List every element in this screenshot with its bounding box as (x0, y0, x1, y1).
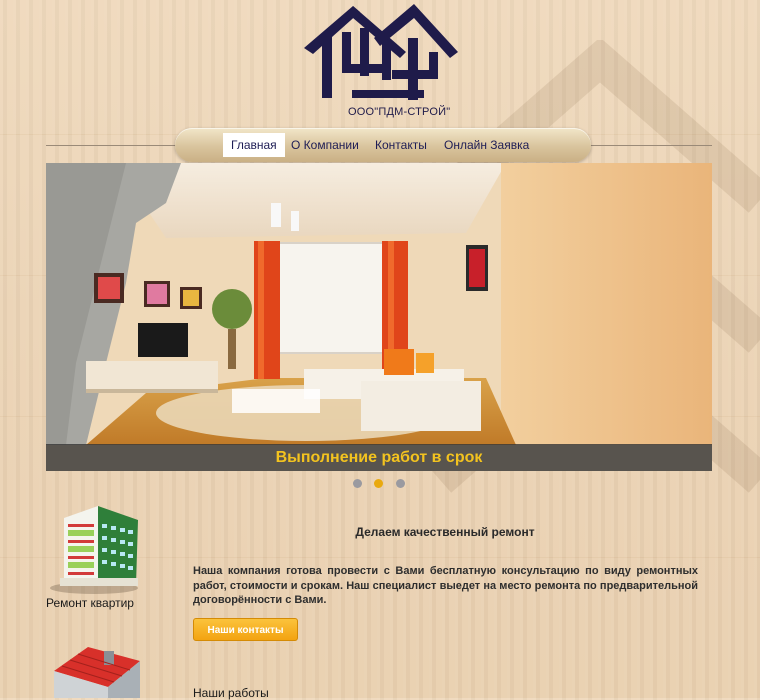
slide-caption: Выполнение работ в срок (275, 449, 483, 466)
slider-dot-3[interactable] (396, 479, 405, 488)
nav-item-online-request[interactable]: Онлайн Заявка (436, 133, 537, 157)
intro-paragraph: Наша компания готова провести с Вами бес… (193, 565, 698, 607)
slide-caption-bar: Выполнение работ в срок (46, 444, 712, 471)
main-navigation: Главная О Компании Контакты Онлайн Заявк… (175, 128, 591, 162)
nav-item-contacts[interactable]: Контакты (367, 133, 435, 157)
slider-dot-1[interactable] (353, 479, 362, 488)
contacts-button[interactable]: Наши контакты (193, 618, 298, 641)
nav-item-home[interactable]: Главная (223, 133, 285, 157)
section-heading: Делаем качественный ремонт (355, 525, 535, 539)
company-name: ООО"ПДМ-СТРОЙ" (348, 106, 451, 118)
nav-item-about[interactable]: О Компании (283, 133, 367, 157)
image-slider[interactable]: Выполнение работ в срок (46, 163, 712, 471)
slider-dot-2[interactable] (374, 479, 383, 488)
apartment-building-icon[interactable] (46, 498, 146, 594)
company-logo[interactable] (296, 0, 466, 122)
service-label-apartment-repair[interactable]: Ремонт квартир (46, 596, 134, 610)
slide-interior-image (46, 163, 712, 471)
house-roof-icon[interactable] (48, 641, 144, 698)
